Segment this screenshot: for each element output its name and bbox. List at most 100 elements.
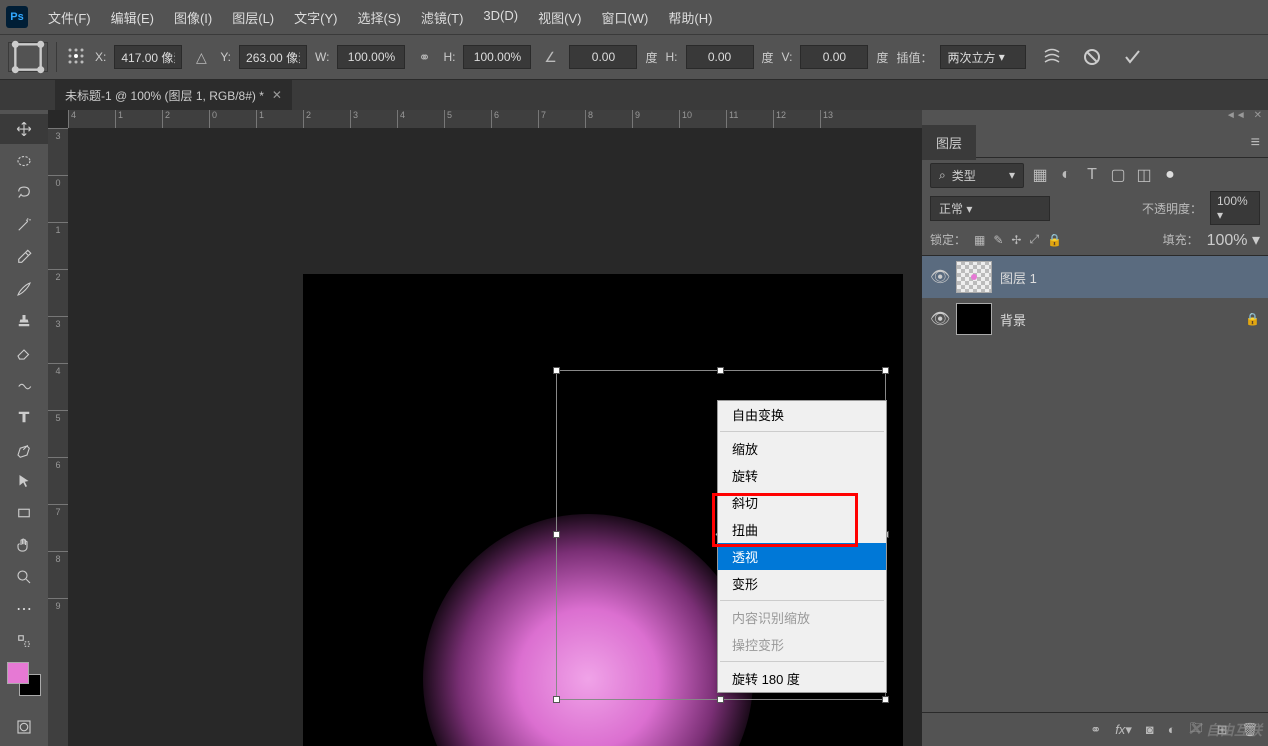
- layer-row[interactable]: 👁背景🔒: [922, 298, 1268, 340]
- fill-input[interactable]: 100% ▾: [1207, 230, 1260, 250]
- menu-编辑[interactable]: 编辑(E): [101, 2, 164, 33]
- free-transform-tool-icon[interactable]: [8, 42, 48, 72]
- cancel-transform-icon[interactable]: [1078, 43, 1106, 71]
- blend-mode-select[interactable]: 正常 ▾: [930, 196, 1050, 221]
- brush-tool-icon[interactable]: [0, 274, 48, 304]
- link-layers-icon[interactable]: ⚭: [1090, 722, 1101, 738]
- menu-文件[interactable]: 文件(F): [38, 2, 101, 33]
- add-mask-icon[interactable]: ◙: [1146, 722, 1154, 737]
- menu-文字[interactable]: 文字(Y): [284, 2, 347, 33]
- collapse-panel-icon[interactable]: ◄◄: [1226, 110, 1246, 128]
- panel-menu-icon[interactable]: ≡: [1243, 134, 1268, 152]
- handle-bc[interactable]: [717, 696, 724, 703]
- ellipsis-tool-icon[interactable]: ⋯: [0, 594, 48, 624]
- warp-mode-icon[interactable]: [1038, 43, 1066, 71]
- zoom-tool-icon[interactable]: [0, 562, 48, 592]
- magic-wand-tool-icon[interactable]: [0, 210, 48, 240]
- move-tool-icon[interactable]: [0, 114, 48, 144]
- lock-artboard-icon[interactable]: ⤢: [1029, 232, 1039, 247]
- edit-toolbar-icon[interactable]: [0, 626, 48, 656]
- layer-fx-icon[interactable]: fx▾: [1115, 722, 1132, 738]
- link-wh-icon[interactable]: ⚭: [413, 49, 435, 66]
- vskew-label: V:: [782, 50, 793, 64]
- layer-thumbnail[interactable]: [956, 303, 992, 335]
- ctx-透视[interactable]: 透视: [718, 543, 886, 570]
- menu-滤镜[interactable]: 滤镜(T): [411, 2, 474, 33]
- handle-tr[interactable]: [882, 367, 889, 374]
- close-panel-icon[interactable]: ✕: [1254, 110, 1262, 128]
- hand-tool-icon[interactable]: [0, 530, 48, 560]
- ctx-缩放[interactable]: 缩放: [718, 435, 886, 462]
- menu-帮助[interactable]: 帮助(H): [658, 2, 722, 33]
- filter-adjustment-icon[interactable]: ◐: [1056, 166, 1076, 184]
- commit-transform-icon[interactable]: [1118, 43, 1146, 71]
- menu-3D[interactable]: 3D(D): [473, 2, 528, 33]
- layer-name[interactable]: 背景: [1000, 310, 1026, 329]
- eyedropper-tool-icon[interactable]: [0, 242, 48, 272]
- handle-ml[interactable]: [553, 531, 560, 538]
- menu-选择[interactable]: 选择(S): [347, 2, 410, 33]
- layer-thumbnail[interactable]: [956, 261, 992, 293]
- menu-窗口[interactable]: 窗口(W): [591, 2, 658, 33]
- handle-bl[interactable]: [553, 696, 560, 703]
- close-tab-icon[interactable]: ✕: [272, 88, 282, 102]
- ctx-旋转[interactable]: 旋转: [718, 462, 886, 489]
- lock-position-icon[interactable]: ✢: [1011, 233, 1021, 247]
- w-input[interactable]: [337, 45, 405, 69]
- filter-shape-icon[interactable]: ▢: [1108, 165, 1128, 185]
- menu-图像[interactable]: 图像(I): [164, 2, 222, 33]
- filter-toggle-icon[interactable]: ●: [1160, 166, 1180, 184]
- handle-br[interactable]: [882, 696, 889, 703]
- angle-input[interactable]: [569, 45, 637, 69]
- color-swatches[interactable]: [7, 662, 41, 696]
- tools-panel: ⋯: [0, 110, 48, 746]
- filter-smart-icon[interactable]: ◫: [1134, 165, 1154, 185]
- lock-all-icon[interactable]: 🔒: [1047, 233, 1062, 247]
- layers-tab[interactable]: 图层: [922, 125, 976, 160]
- foreground-color[interactable]: [7, 662, 29, 684]
- layer-filter-select[interactable]: ⌕类型▾: [930, 163, 1024, 188]
- hskew-label: H:: [666, 50, 678, 64]
- ctx-旋转 180 度[interactable]: 旋转 180 度: [718, 665, 886, 692]
- ctx-扭曲[interactable]: 扭曲: [718, 516, 886, 543]
- filter-type-icon[interactable]: T: [1082, 166, 1102, 184]
- ctx-变形[interactable]: 变形: [718, 570, 886, 597]
- marquee-tool-icon[interactable]: [0, 146, 48, 176]
- gradient-tool-icon[interactable]: [0, 370, 48, 400]
- menu-图层[interactable]: 图层(L): [222, 2, 284, 33]
- handle-tl[interactable]: [553, 367, 560, 374]
- document-tab[interactable]: 未标题-1 @ 100% (图层 1, RGB/8#) * ✕: [55, 80, 292, 110]
- layer-visibility-icon[interactable]: 👁: [930, 309, 948, 329]
- filter-pixel-icon[interactable]: ▦: [1030, 165, 1050, 185]
- layer-visibility-icon[interactable]: 👁: [930, 267, 948, 287]
- ruler-vertical: 30123456789: [48, 128, 68, 746]
- eraser-tool-icon[interactable]: [0, 338, 48, 368]
- reference-point-icon[interactable]: [65, 46, 87, 69]
- handle-tc[interactable]: [717, 367, 724, 374]
- interp-select[interactable]: 两次立方 ▾: [940, 45, 1025, 69]
- layer-name[interactable]: 图层 1: [1000, 268, 1037, 287]
- lasso-tool-icon[interactable]: [0, 178, 48, 208]
- adjustment-layer-icon[interactable]: ◐: [1168, 722, 1176, 737]
- ctx-斜切[interactable]: 斜切: [718, 489, 886, 516]
- rectangle-tool-icon[interactable]: [0, 498, 48, 528]
- path-selection-tool-icon[interactable]: [0, 466, 48, 496]
- menu-视图[interactable]: 视图(V): [528, 2, 591, 33]
- swap-xy-icon[interactable]: △: [190, 49, 212, 66]
- angle-icon: ∠: [539, 49, 561, 66]
- vskew-input[interactable]: [800, 45, 868, 69]
- lock-pixels-icon[interactable]: ✎: [993, 233, 1003, 247]
- layer-row[interactable]: 👁 图层 1: [922, 256, 1268, 298]
- stamp-tool-icon[interactable]: [0, 306, 48, 336]
- y-input[interactable]: [239, 45, 307, 69]
- quick-mask-icon[interactable]: [0, 712, 48, 742]
- pen-tool-icon[interactable]: [0, 434, 48, 464]
- vskew-unit: 度: [876, 49, 888, 66]
- lock-transparent-icon[interactable]: ▦: [974, 233, 985, 247]
- ctx-自由变换[interactable]: 自由变换: [718, 401, 886, 428]
- hskew-input[interactable]: [686, 45, 754, 69]
- x-input[interactable]: [114, 45, 182, 69]
- type-tool-icon[interactable]: [0, 402, 48, 432]
- h-input[interactable]: [463, 45, 531, 69]
- opacity-input[interactable]: 100% ▾: [1210, 191, 1260, 225]
